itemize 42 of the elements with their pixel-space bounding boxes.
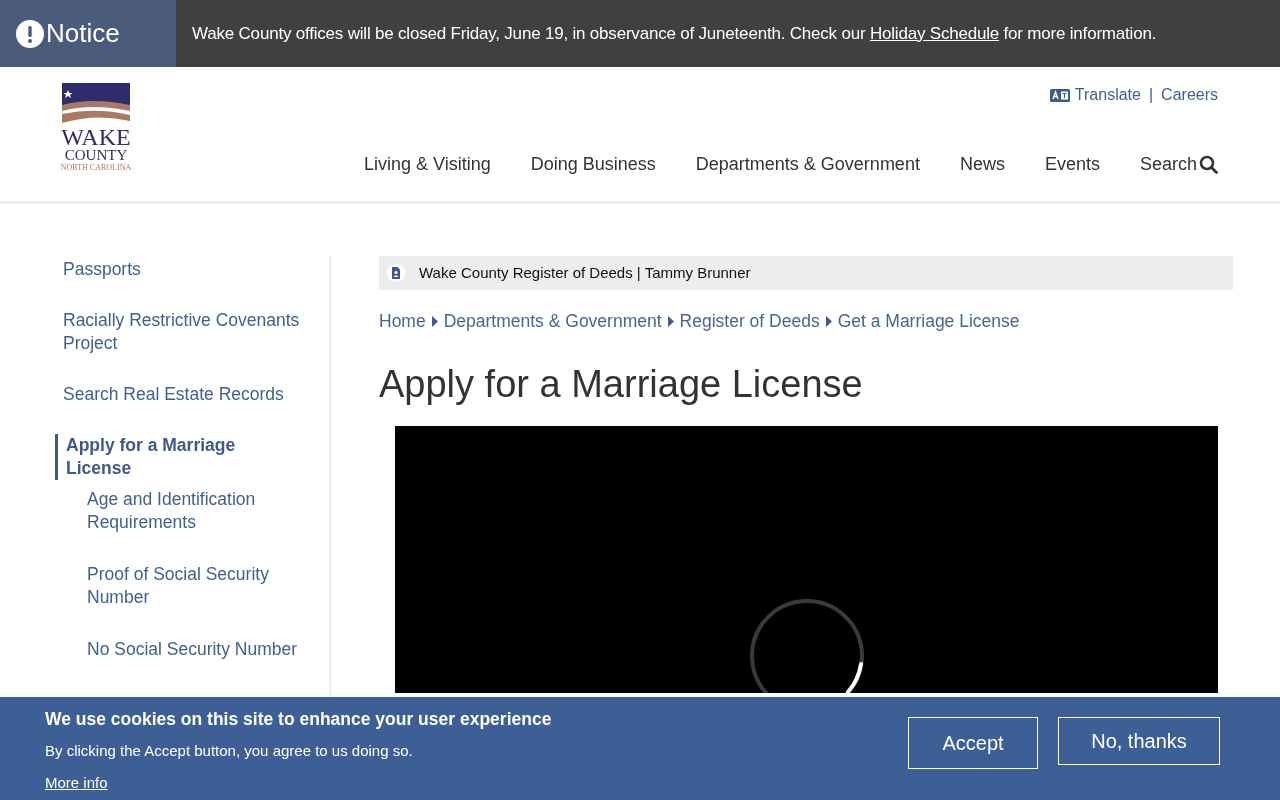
breadcrumb-link[interactable]: Get a Marriage License	[837, 308, 1020, 335]
sidebar-link[interactable]: Racially Restrictive Covenants Project	[63, 309, 313, 355]
sidebar-link[interactable]: Passports	[63, 258, 313, 281]
department-text: Wake County Register of Deeds | Tammy Brunner	[419, 262, 751, 283]
search-link[interactable]: Search	[1139, 151, 1218, 178]
nav-link[interactable]: Departments & Government	[695, 151, 920, 178]
translate-icon	[1049, 88, 1070, 102]
video-player[interactable]	[395, 426, 1218, 694]
document-person-icon	[387, 264, 405, 282]
sidebar-link[interactable]: Search Real Estate Records	[63, 383, 313, 406]
search-icon	[1199, 155, 1218, 174]
logo-flag-drawing	[62, 83, 130, 123]
holiday-schedule-link[interactable]: Holiday Schedule	[869, 23, 1000, 43]
careers-link[interactable]: Careers	[1161, 83, 1218, 107]
breadcrumb-link[interactable]: Departments & Government	[443, 308, 662, 335]
alert-icon	[16, 19, 44, 48]
link-separator: |	[1148, 85, 1154, 105]
sidebar-link[interactable]: Apply for a Marriage License	[55, 434, 305, 480]
cookie-title: We use cookies on this site to enhance your user experience	[45, 708, 553, 731]
caret-icon	[825, 315, 832, 327]
logo-wordmark: COUNTY	[64, 148, 128, 163]
accept-button[interactable]: Accept	[908, 717, 1038, 769]
logo-wordmark: WAKE	[61, 126, 131, 148]
breadcrumb-link[interactable]: Register of Deeds	[679, 308, 820, 335]
page-title: Apply for a Marriage License	[379, 362, 864, 408]
caret-icon	[431, 315, 438, 327]
nav-link[interactable]: Doing Business	[530, 151, 656, 178]
nav-link[interactable]: News	[959, 151, 1005, 178]
translate-link[interactable]: Translate	[1049, 83, 1141, 107]
sidebar-link[interactable]: Proof of Social Security Number	[63, 563, 313, 609]
logo-state-text: NORTH CAROLINA	[60, 163, 132, 173]
more-info-link[interactable]: More info	[45, 773, 108, 793]
sidebar-link[interactable]: Age and Identification Requirements	[63, 488, 313, 534]
sidebar-link[interactable]: No Social Security Number	[63, 638, 313, 661]
notice-text: Wake County offices will be closed Friday, June 19, in observance of Juneteenth. Check our Holiday Schedule for more information.	[192, 22, 1157, 45]
decline-button[interactable]: No, thanks	[1058, 717, 1220, 765]
cookie-text: By clicking the Accept button, you agree to us doing so.	[45, 741, 414, 761]
nav-link[interactable]: Events	[1044, 151, 1100, 178]
breadcrumb-link[interactable]: Home	[379, 308, 426, 335]
notice-label: Notice	[46, 17, 120, 50]
caret-icon	[667, 315, 674, 327]
nav-link[interactable]: Living & Visiting	[363, 151, 491, 178]
